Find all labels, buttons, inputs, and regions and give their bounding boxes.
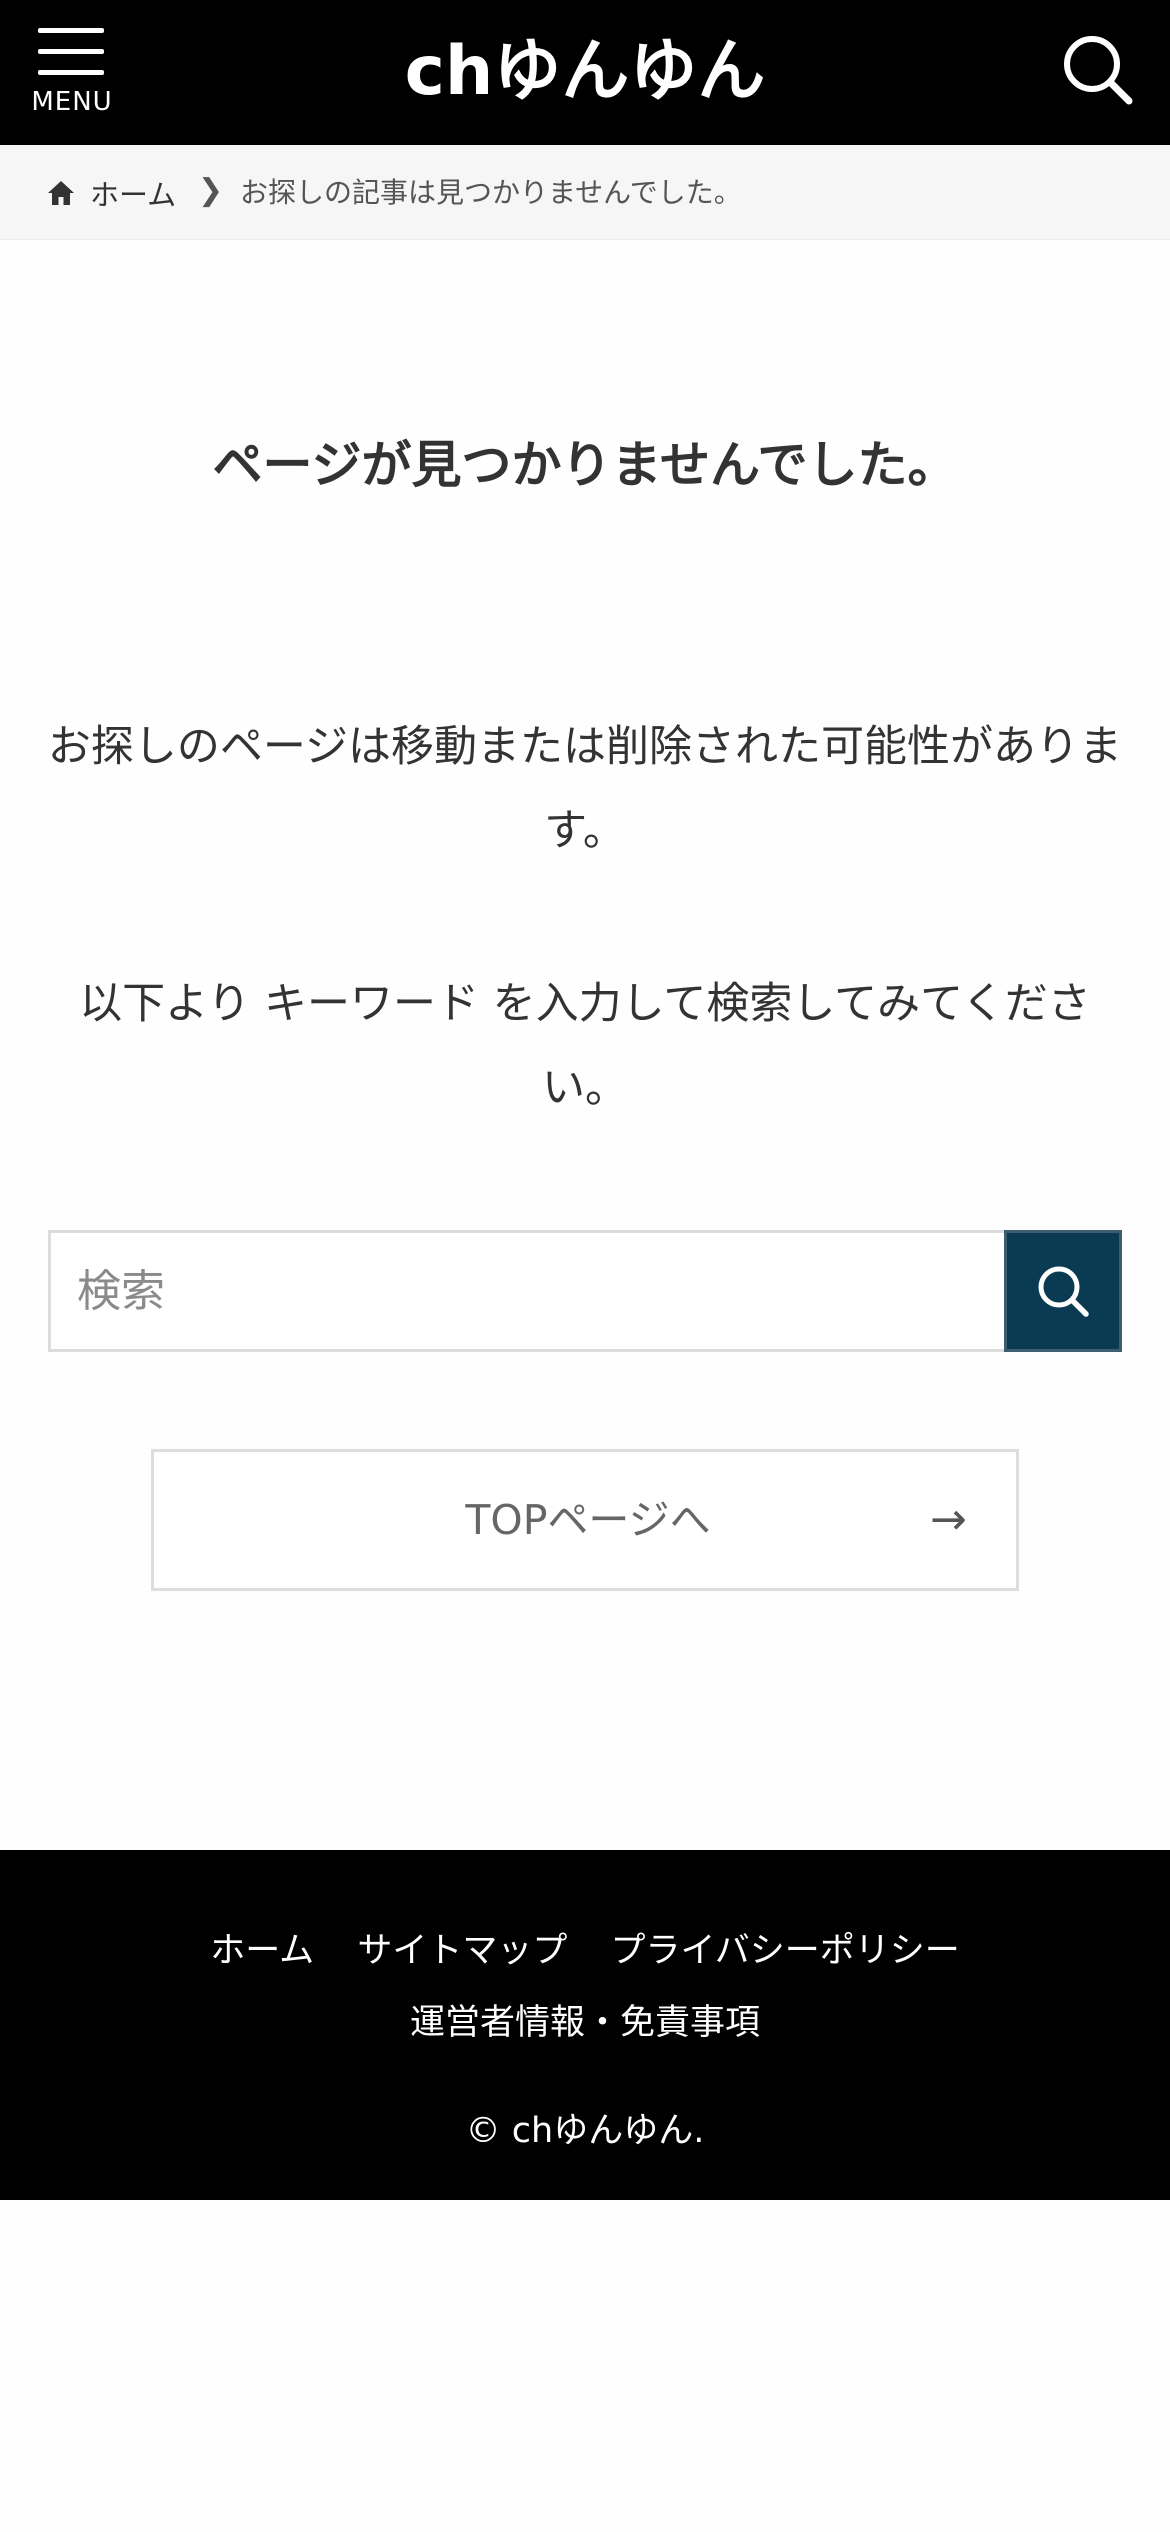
site-title[interactable]: chゆんゆん (285, 22, 885, 122)
breadcrumb-home-label: ホーム (90, 178, 177, 212)
copyright: © chゆんゆん. (465, 2111, 705, 2151)
footer-link-operator-info[interactable]: 運営者情報・免責事項 (410, 2003, 760, 2043)
site-footer: ホーム サイトマップ プライバシーポリシー 運営者情報・免責事項 © chゆんゆ… (0, 1850, 1170, 2200)
search-submit-button[interactable] (1004, 1230, 1122, 1352)
menu-label: MENU (31, 87, 113, 117)
search-icon (1038, 1266, 1089, 1317)
not-found-message: お探しのページは移動または削除された可能性があります。 (47, 722, 1123, 856)
hamburger-icon (38, 28, 104, 76)
search-instruction: 以下より キーワード を入力して検索してみてください。 (79, 979, 1091, 1113)
header-search-button[interactable] (1058, 30, 1138, 110)
search-icon (1064, 36, 1133, 105)
footer-nav: ホーム サイトマップ プライバシーポリシー (0, 1922, 1170, 1973)
footer-link-home[interactable]: ホーム (210, 1931, 314, 1971)
top-page-button[interactable]: TOPページへ → (151, 1449, 1019, 1591)
footer-link-privacy-policy[interactable]: プライバシーポリシー (610, 1931, 959, 1971)
footer-link-sitemap[interactable]: サイトマップ (357, 1931, 567, 1971)
breadcrumb: ホーム ❯ お探しの記事は見つかりませんでした。 (0, 145, 1170, 240)
page-title: ページが見つかりませんでした。 (212, 436, 958, 494)
search-form (48, 1230, 1122, 1352)
site-header: MENU chゆんゆん (0, 0, 1170, 145)
top-page-label: TOPページへ (465, 1496, 711, 1544)
search-input[interactable] (48, 1230, 1004, 1352)
menu-button[interactable]: MENU (26, 24, 118, 124)
chevron-right-icon: ❯ (198, 173, 224, 208)
breadcrumb-home-link[interactable]: ホーム (46, 171, 176, 215)
home-icon (48, 181, 74, 205)
breadcrumb-current: お探しの記事は見つかりませんでした。 (240, 176, 742, 209)
arrow-right-icon: → (930, 1494, 967, 1545)
footer-nav: 運営者情報・免責事項 (0, 1994, 1170, 2045)
